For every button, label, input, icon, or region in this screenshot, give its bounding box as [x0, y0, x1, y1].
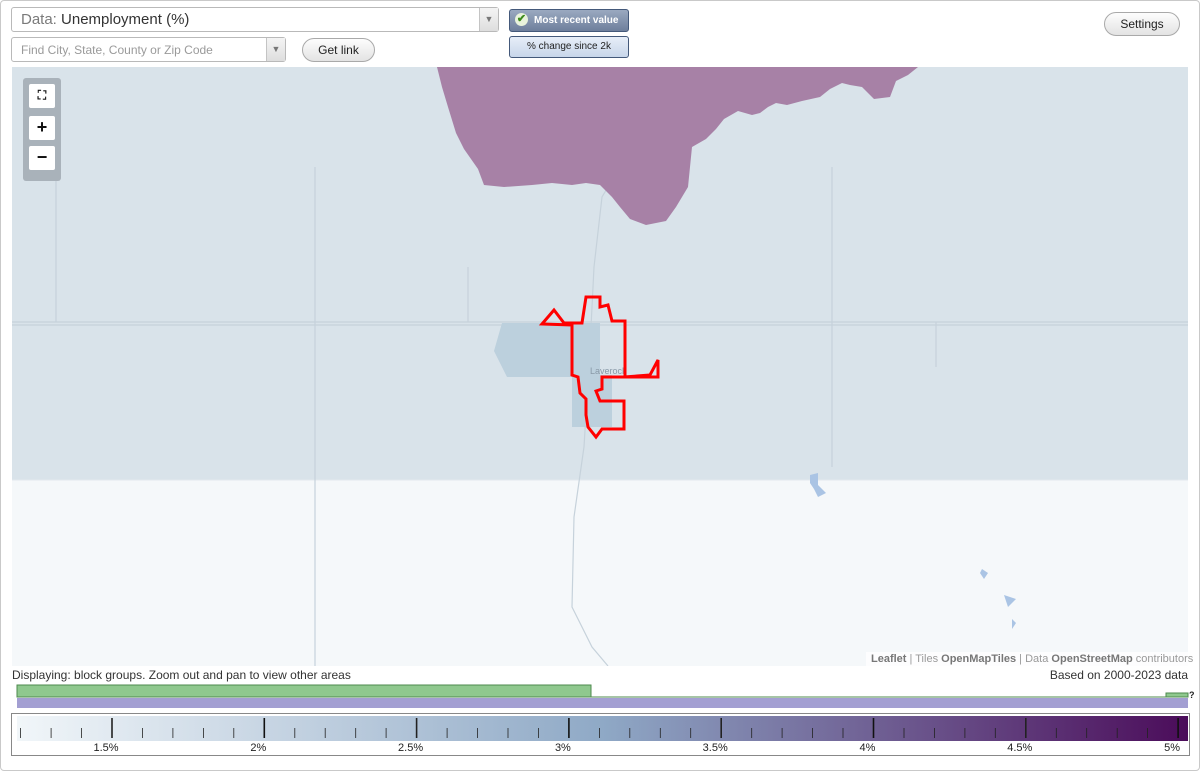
- map-place-label: Laverock: [590, 366, 627, 376]
- data-select[interactable]: Data: Unemployment (%) ▼: [11, 7, 499, 32]
- fullscreen-icon[interactable]: ⛶: [29, 84, 55, 108]
- zoom-in-button[interactable]: +: [29, 116, 55, 140]
- leaflet-link[interactable]: Leaflet: [871, 653, 906, 665]
- openstreetmap-link[interactable]: OpenStreetMap: [1051, 653, 1132, 665]
- check-icon: ✔: [515, 13, 528, 26]
- map-view[interactable]: Laverock: [12, 67, 1188, 666]
- legend-gradient: [17, 716, 1188, 741]
- zoom-control: ⛶ + −: [23, 78, 61, 181]
- histogram-unknown-label: ?: [1189, 690, 1195, 700]
- legend-tick-label: 4%: [860, 742, 876, 754]
- pct-change-toggle[interactable]: % change since 2k: [509, 36, 629, 58]
- legend-tick-label: 2.5%: [398, 742, 423, 754]
- search-input[interactable]: Find City, State, County or Zip Code ▼: [11, 37, 286, 62]
- legend-tick-label: 2%: [250, 742, 266, 754]
- displaying-status: Displaying: block groups. Zoom out and p…: [12, 668, 351, 682]
- settings-button[interactable]: Settings: [1104, 12, 1180, 36]
- most-recent-label: Most recent value: [534, 15, 619, 26]
- most-recent-toggle[interactable]: ✔ Most recent value: [509, 9, 629, 32]
- openmaptiles-link[interactable]: OpenMapTiles: [941, 653, 1016, 665]
- histogram-range-bar: [17, 698, 1188, 708]
- search-dropdown-icon[interactable]: ▼: [266, 38, 285, 61]
- data-select-value: Unemployment (%): [61, 11, 190, 28]
- search-placeholder: Find City, State, County or Zip Code: [21, 43, 213, 57]
- map-attribution: Leaflet | Tiles OpenMapTiles | Data Open…: [866, 652, 1199, 666]
- legend-tick-label: 3%: [555, 742, 571, 754]
- get-link-button[interactable]: Get link: [302, 38, 375, 62]
- zoom-out-button[interactable]: −: [29, 146, 55, 170]
- data-range-note: Based on 2000-2023 data: [1049, 668, 1188, 682]
- water-feature: [810, 473, 1016, 629]
- legend-tick-label: 1.5%: [93, 742, 118, 754]
- legend-tick-label: 4.5%: [1007, 742, 1032, 754]
- legend-tick-label: 5%: [1164, 742, 1180, 754]
- distribution-histogram: ?: [16, 684, 1195, 708]
- chevron-down-icon[interactable]: ▼: [479, 8, 498, 31]
- histogram-count-bar: [16, 684, 592, 698]
- legend-tick-label: 3.5%: [703, 742, 728, 754]
- color-legend: 1.5% 2% 2.5% 3% 3.5% 4% 4.5% 5%: [11, 713, 1190, 756]
- histogram-count-bar-end: [1165, 692, 1189, 698]
- data-select-label: Data: Unemployment (%): [21, 11, 190, 28]
